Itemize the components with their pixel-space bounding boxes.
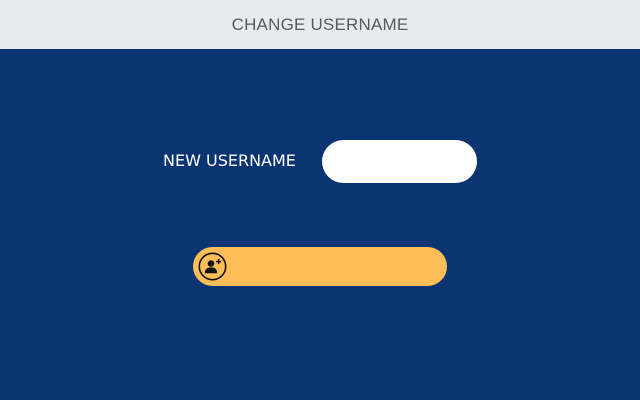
page-title: CHANGE USERNAME — [231, 14, 409, 34]
new-username-label: NEW USERNAME — [163, 151, 296, 170]
header-bar: CHANGE USERNAME — [0, 0, 640, 49]
new-username-input[interactable] — [322, 140, 477, 183]
add-user-icon — [198, 252, 227, 281]
change-username-button[interactable] — [193, 247, 447, 286]
change-username-screen: CHANGE USERNAME NEW USERNAME — [0, 0, 640, 400]
